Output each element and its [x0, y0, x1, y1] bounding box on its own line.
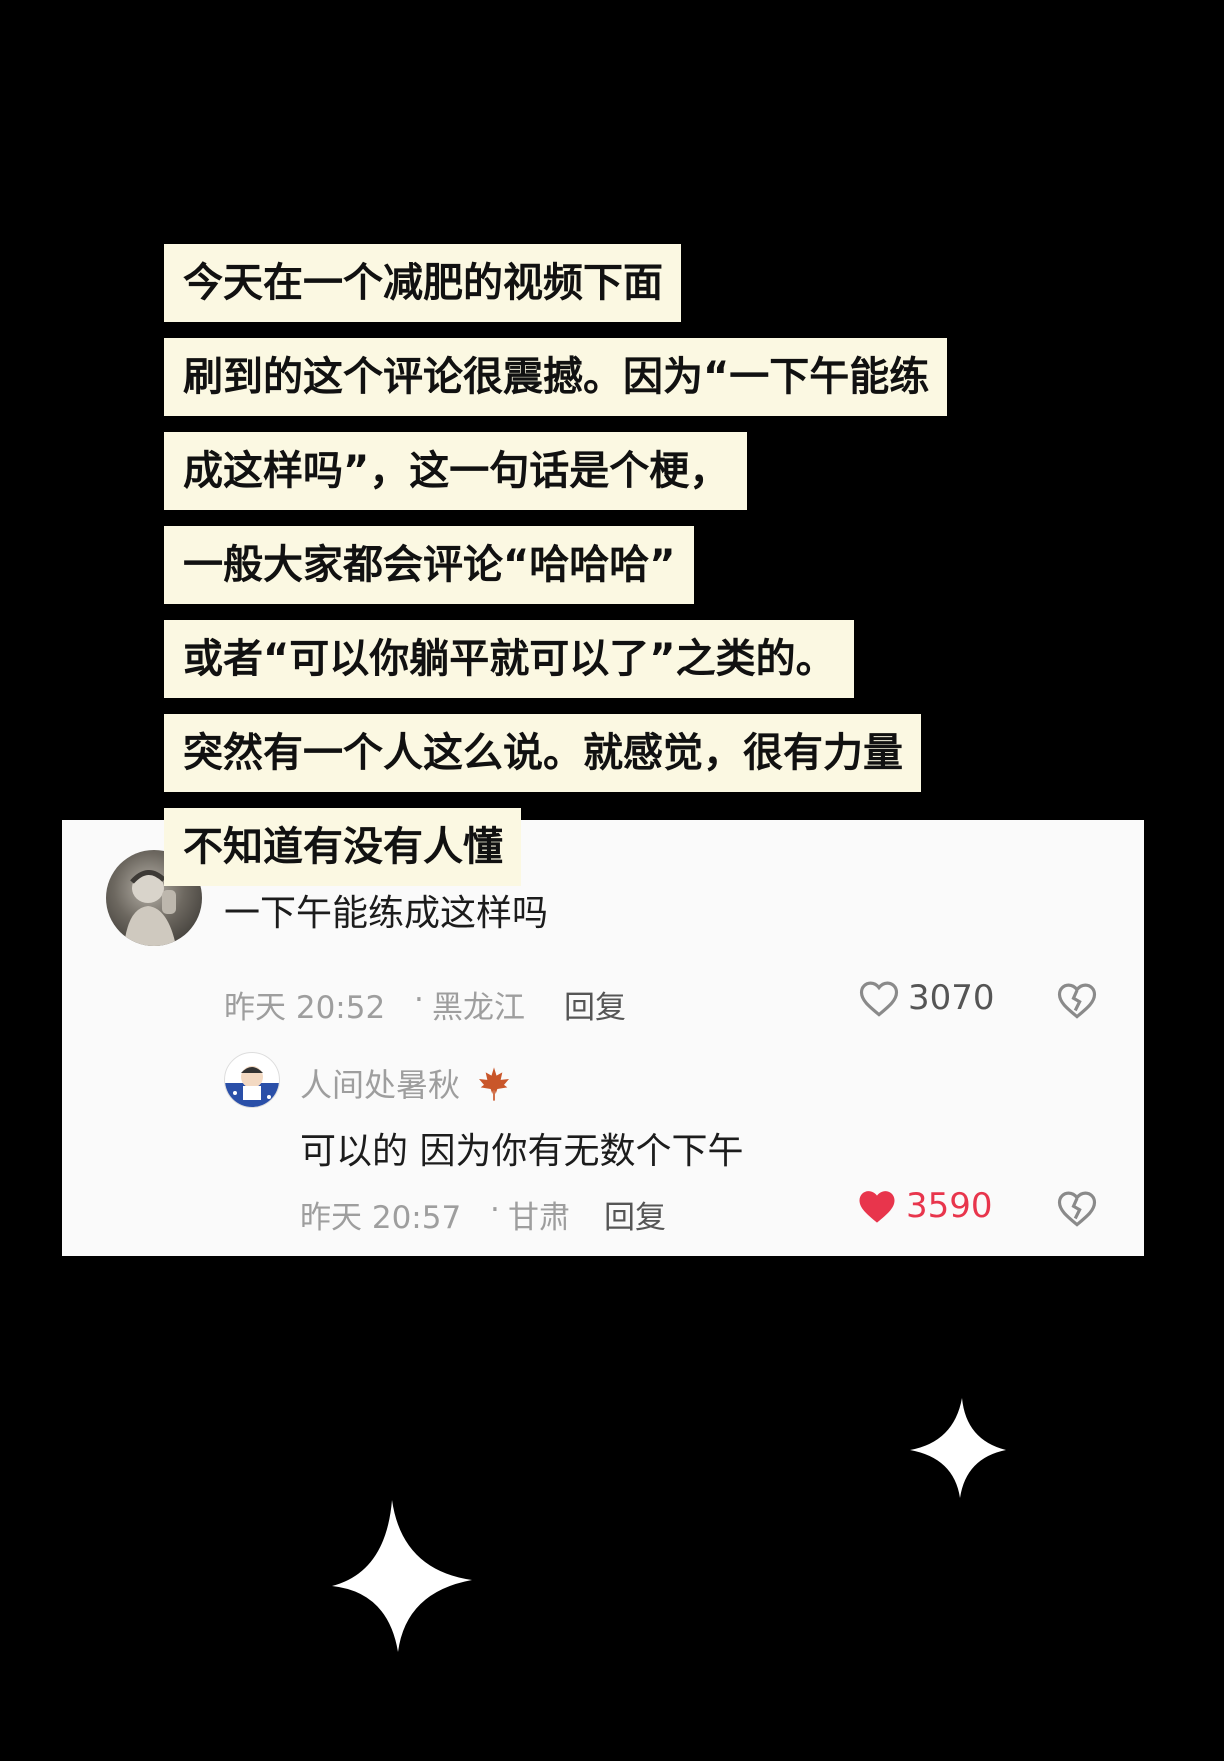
broken-heart-icon	[1057, 1191, 1097, 1227]
comment-dislike-button[interactable]	[1056, 980, 1098, 1020]
comment-time: 昨天 20:52	[224, 990, 386, 1026]
sparkle-icon	[332, 1500, 472, 1652]
caption-line-2: 刷到的这个评论很震撼。因为“一下午能练	[164, 338, 948, 416]
maple-leaf-icon	[479, 1067, 510, 1101]
comment-location: 黑龙江	[432, 990, 525, 1026]
reply-dislike-button[interactable]	[1056, 1188, 1098, 1228]
comment-like-count: 3070	[908, 978, 995, 1018]
reply-text: 可以的 因为你有无数个下午	[300, 1131, 744, 1172]
comment-like-button[interactable]: 3070	[858, 978, 995, 1018]
replier-avatar[interactable]	[224, 1052, 280, 1108]
heart-filled-icon	[859, 1191, 895, 1223]
caption-line-1: 今天在一个减肥的视频下面	[164, 244, 681, 322]
sparkle-icon	[910, 1398, 1006, 1498]
reply-reply-button[interactable]: 回复	[604, 1192, 666, 1237]
avatar-cartoon-icon	[225, 1066, 279, 1107]
comment-reply-button[interactable]: 回复	[564, 982, 626, 1027]
reply-time: 昨天 20:57	[300, 1200, 462, 1236]
reply-separator: ·	[490, 1192, 500, 1228]
caption-line-6: 突然有一个人这么说。就感觉，很有力量	[164, 714, 921, 792]
caption-line-3: 成这样吗”，这一句话是个梗，	[164, 432, 748, 510]
caption-line-5: 或者“可以你躺平就可以了”之类的。	[164, 620, 854, 698]
reply-location: 甘肃	[508, 1200, 570, 1236]
comment-text: 一下午能练成这样吗	[224, 893, 549, 934]
reply-like-count: 3590	[906, 1186, 993, 1226]
broken-heart-icon	[1057, 983, 1097, 1019]
caption-line-4: 一般大家都会评论“哈哈哈”	[164, 526, 694, 604]
heart-outline-icon	[859, 981, 899, 1017]
reply-like-button[interactable]: 3590	[856, 1186, 993, 1226]
comment-separator: ·	[414, 982, 424, 1018]
caption-line-7: 不知道有没有人懂	[164, 808, 521, 886]
replier-username-text: 人间处暑秋	[300, 1066, 461, 1104]
replier-username[interactable]: 人间处暑秋	[300, 1060, 514, 1106]
